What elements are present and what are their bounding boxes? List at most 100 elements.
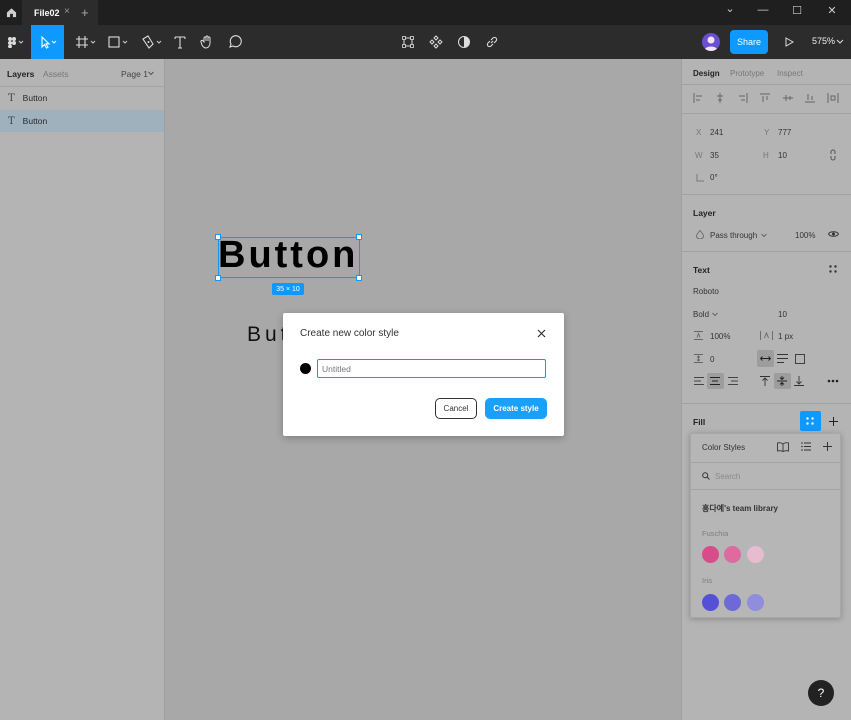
create-color-style-dialog: Create new color style Cancel Create sty…	[283, 313, 564, 436]
frame-icon	[76, 36, 96, 48]
pen-tool-button[interactable]	[137, 25, 167, 59]
divider	[682, 113, 851, 114]
add-style-icon[interactable]	[823, 442, 832, 451]
color-styles-popup: Color Styles Search 홍다예's team library F…	[690, 433, 841, 618]
comment-tool-button[interactable]	[224, 25, 246, 59]
chevron-down-icon[interactable]: ⌄	[722, 2, 738, 15]
color-swatch[interactable]	[300, 363, 311, 374]
eye-icon[interactable]	[828, 230, 839, 238]
divider	[691, 489, 840, 490]
resize-handle[interactable]	[215, 234, 221, 240]
auto-width-button[interactable]	[757, 350, 774, 367]
zoom-dropdown[interactable]: 575%	[812, 36, 835, 46]
resize-handle[interactable]	[356, 275, 362, 281]
auto-height-icon[interactable]	[777, 354, 788, 363]
tab-prototype[interactable]: Prototype	[730, 69, 764, 78]
vertical-align-bottom-icon[interactable]	[794, 376, 804, 386]
link-button[interactable]	[482, 25, 502, 59]
library-icon[interactable]	[777, 442, 789, 452]
component-button[interactable]	[426, 25, 446, 59]
selection-box[interactable]	[218, 237, 360, 278]
list-view-icon[interactable]	[801, 442, 811, 451]
y-input[interactable]: 777	[778, 128, 791, 137]
swatch-iris-2[interactable]	[724, 594, 741, 611]
text-align-right-icon[interactable]	[728, 377, 738, 385]
swatch-fuschia-3[interactable]	[747, 546, 764, 563]
resize-handle[interactable]	[215, 275, 221, 281]
link-icon	[486, 36, 498, 48]
new-tab-icon[interactable]: +	[81, 5, 89, 20]
minimize-icon[interactable]: —	[755, 4, 771, 16]
fill-styles-button[interactable]	[800, 411, 821, 431]
dimension-badge: 35 × 10	[272, 283, 304, 295]
swatch-fuschia-1[interactable]	[702, 546, 719, 563]
layer-row[interactable]: T Button	[0, 87, 164, 109]
mask-button[interactable]	[454, 25, 474, 59]
h-input[interactable]: 10	[778, 151, 787, 160]
close-icon[interactable]	[537, 329, 546, 338]
edit-object-button[interactable]	[398, 25, 418, 59]
align-top-icon[interactable]	[760, 93, 770, 103]
rectangle-icon	[108, 36, 128, 48]
present-button[interactable]	[781, 25, 797, 59]
paragraph-spacing-input[interactable]: 0	[710, 355, 714, 364]
search-input[interactable]: Search	[715, 472, 740, 481]
align-horizontal-center-icon[interactable]	[715, 93, 725, 103]
letter-spacing-input[interactable]: 1 px	[778, 332, 793, 341]
font-family-dropdown[interactable]: Roboto	[693, 287, 719, 296]
page-selector[interactable]: Page 1	[121, 69, 148, 79]
swatch-iris-3[interactable]	[747, 594, 764, 611]
resize-handle[interactable]	[356, 234, 362, 240]
title-bar: File02 × + ⌄ — ☐ ✕	[0, 0, 851, 25]
move-tool-button[interactable]	[31, 25, 64, 59]
tab-inspect[interactable]: Inspect	[777, 69, 803, 78]
help-button[interactable]: ?	[808, 680, 834, 706]
home-icon[interactable]	[0, 0, 22, 25]
close-tab-icon[interactable]: ×	[64, 6, 70, 17]
style-name-input[interactable]	[317, 359, 546, 378]
style-group-fuschia: Fuschia	[702, 529, 729, 538]
create-style-button[interactable]: Create style	[485, 398, 547, 419]
text-styles-icon[interactable]	[829, 265, 837, 273]
font-weight-dropdown[interactable]: Bold	[693, 310, 709, 319]
distribute-icon[interactable]	[827, 93, 839, 103]
vertical-align-top-icon[interactable]	[760, 376, 770, 386]
share-button[interactable]: Share	[730, 30, 768, 54]
avatar[interactable]	[702, 33, 720, 51]
tab-assets[interactable]: Assets	[43, 69, 69, 79]
letter-spacing-icon	[760, 331, 773, 340]
constrain-proportions-icon[interactable]	[829, 149, 837, 161]
vertical-align-middle-button[interactable]	[774, 373, 791, 389]
align-left-icon[interactable]	[693, 93, 703, 103]
main-menu-button[interactable]	[0, 25, 30, 59]
blend-mode-dropdown[interactable]: Pass through	[710, 231, 757, 240]
text-tool-button[interactable]	[169, 25, 191, 59]
rotation-input[interactable]: 0°	[710, 173, 718, 182]
x-input[interactable]: 241	[710, 128, 723, 137]
text-align-center-button[interactable]	[707, 373, 724, 389]
more-options-icon[interactable]	[827, 379, 839, 383]
layer-row-selected[interactable]: T Button	[0, 110, 164, 132]
tab-design[interactable]: Design	[693, 69, 720, 78]
frame-tool-button[interactable]	[70, 25, 100, 59]
divider	[682, 403, 851, 404]
align-right-icon[interactable]	[738, 93, 748, 103]
window-close-icon[interactable]: ✕	[824, 4, 840, 17]
align-vertical-center-icon[interactable]	[783, 93, 793, 103]
swatch-iris-1[interactable]	[702, 594, 719, 611]
shape-tool-button[interactable]	[103, 25, 133, 59]
layer-name: Button	[22, 116, 48, 126]
add-fill-icon[interactable]	[829, 417, 838, 426]
line-height-input[interactable]: 100%	[710, 332, 730, 341]
align-bottom-icon[interactable]	[805, 93, 815, 103]
maximize-icon[interactable]: ☐	[789, 4, 805, 17]
opacity-input[interactable]: 100%	[795, 231, 815, 240]
tab-layers[interactable]: Layers	[7, 69, 34, 79]
hand-tool-button[interactable]	[196, 25, 218, 59]
font-size-input[interactable]: 10	[778, 310, 787, 319]
swatch-fuschia-2[interactable]	[724, 546, 741, 563]
cancel-button[interactable]: Cancel	[435, 398, 477, 419]
text-align-left-icon[interactable]	[694, 377, 704, 385]
w-input[interactable]: 35	[710, 151, 719, 160]
fixed-size-icon[interactable]	[795, 354, 805, 364]
